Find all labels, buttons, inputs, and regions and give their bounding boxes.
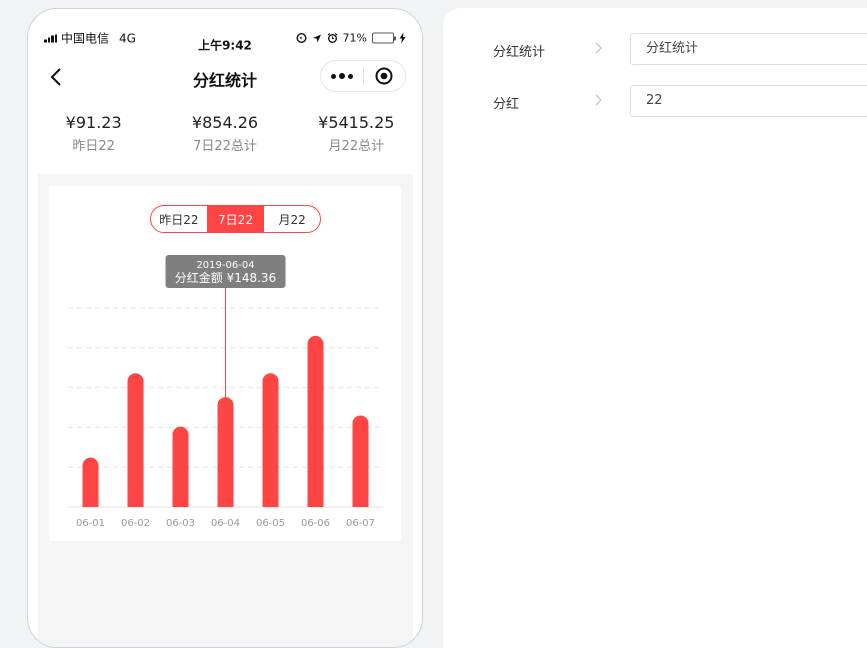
settings-row-dividend[interactable]: 分红 22	[443, 85, 867, 117]
tab-month[interactable]: 月22	[263, 206, 320, 232]
alarm-icon	[327, 33, 337, 43]
chart-section: 06-01 06-02 06-03 06-04 06-05 06-06 06-07 2019-…	[38, 174, 413, 647]
battery-icon	[372, 32, 396, 44]
x-tick-label: 06-05	[256, 518, 285, 529]
bar-06-01	[82, 457, 99, 507]
stats-summary: ¥91.23 昨日22 ¥854.26 7日22总计 ¥5415.25 月22总…	[28, 113, 422, 154]
phone-frame: 中国电信 4G 上午9:42 71% 分红统计 ¥91.23 昨日22 ¥854…	[27, 8, 423, 648]
bar-06-02	[127, 373, 144, 507]
tab-7days[interactable]: 7日22	[206, 206, 264, 232]
bar-06-04	[217, 397, 234, 507]
bar-chart: 06-01 06-02 06-03 06-04 06-05 06-06 06-07 2019-…	[68, 255, 383, 529]
settings-row-label: 分红统计	[493, 45, 546, 60]
stat-month: ¥5415.25 月22总计	[291, 113, 422, 154]
stat-yesterday: ¥91.23 昨日22	[28, 113, 159, 154]
stat-value: ¥91.23	[65, 113, 122, 132]
stat-value: ¥854.26	[191, 113, 259, 132]
settings-value-input[interactable]: 22	[630, 85, 867, 117]
x-tick-label: 06-01	[76, 518, 105, 529]
charging-bolt-icon	[399, 32, 406, 44]
bar-06-06	[307, 335, 324, 507]
bar-06-03	[172, 426, 189, 507]
more-menu-icon[interactable]	[321, 73, 363, 79]
stat-label: 昨日22	[72, 139, 115, 154]
x-tick-label: 06-07	[346, 518, 375, 529]
location-arrow-icon	[312, 34, 321, 42]
period-tabs: 昨日22 7日22 月22	[150, 205, 321, 233]
chevron-right-icon	[595, 42, 602, 54]
x-tick-label: 06-06	[301, 518, 330, 529]
chevron-right-icon	[595, 94, 602, 106]
tooltip-date: 2019-06-04	[196, 260, 254, 271]
x-tick-label: 06-03	[166, 518, 195, 529]
settings-title-input[interactable]: 分红统计	[630, 33, 867, 65]
settings-panel: 分红统计 分红统计 分红 22	[443, 8, 867, 648]
bar-06-07	[352, 415, 369, 507]
bar-06-05	[262, 373, 279, 507]
chart-card: 06-01 06-02 06-03 06-04 06-05 06-06 06-07 2019-…	[49, 186, 401, 541]
screen-lock-icon	[296, 32, 307, 44]
tab-yesterday[interactable]: 昨日22	[151, 206, 207, 232]
nav-bar: 分红统计	[28, 57, 422, 97]
stat-label: 月22总计	[328, 139, 385, 154]
stat-7days: ¥854.26 7日22总计	[159, 113, 290, 154]
x-tick-label: 06-02	[121, 518, 150, 529]
settings-row-stats[interactable]: 分红统计 分红统计	[443, 33, 867, 65]
status-right: 71%	[296, 32, 406, 45]
settings-row-label: 分红	[493, 97, 520, 112]
close-mini-program-icon[interactable]	[364, 67, 405, 85]
mini-program-capsule	[320, 60, 406, 92]
status-bar: 中国电信 4G 上午9:42 71%	[28, 9, 422, 53]
stat-label: 7日22总计	[193, 139, 257, 154]
x-tick-label: 06-04	[211, 518, 240, 529]
tooltip-value: 分红金额 ¥148.36	[175, 270, 276, 285]
stat-value: ¥5415.25	[318, 113, 395, 132]
battery-percent: 71%	[342, 31, 367, 45]
